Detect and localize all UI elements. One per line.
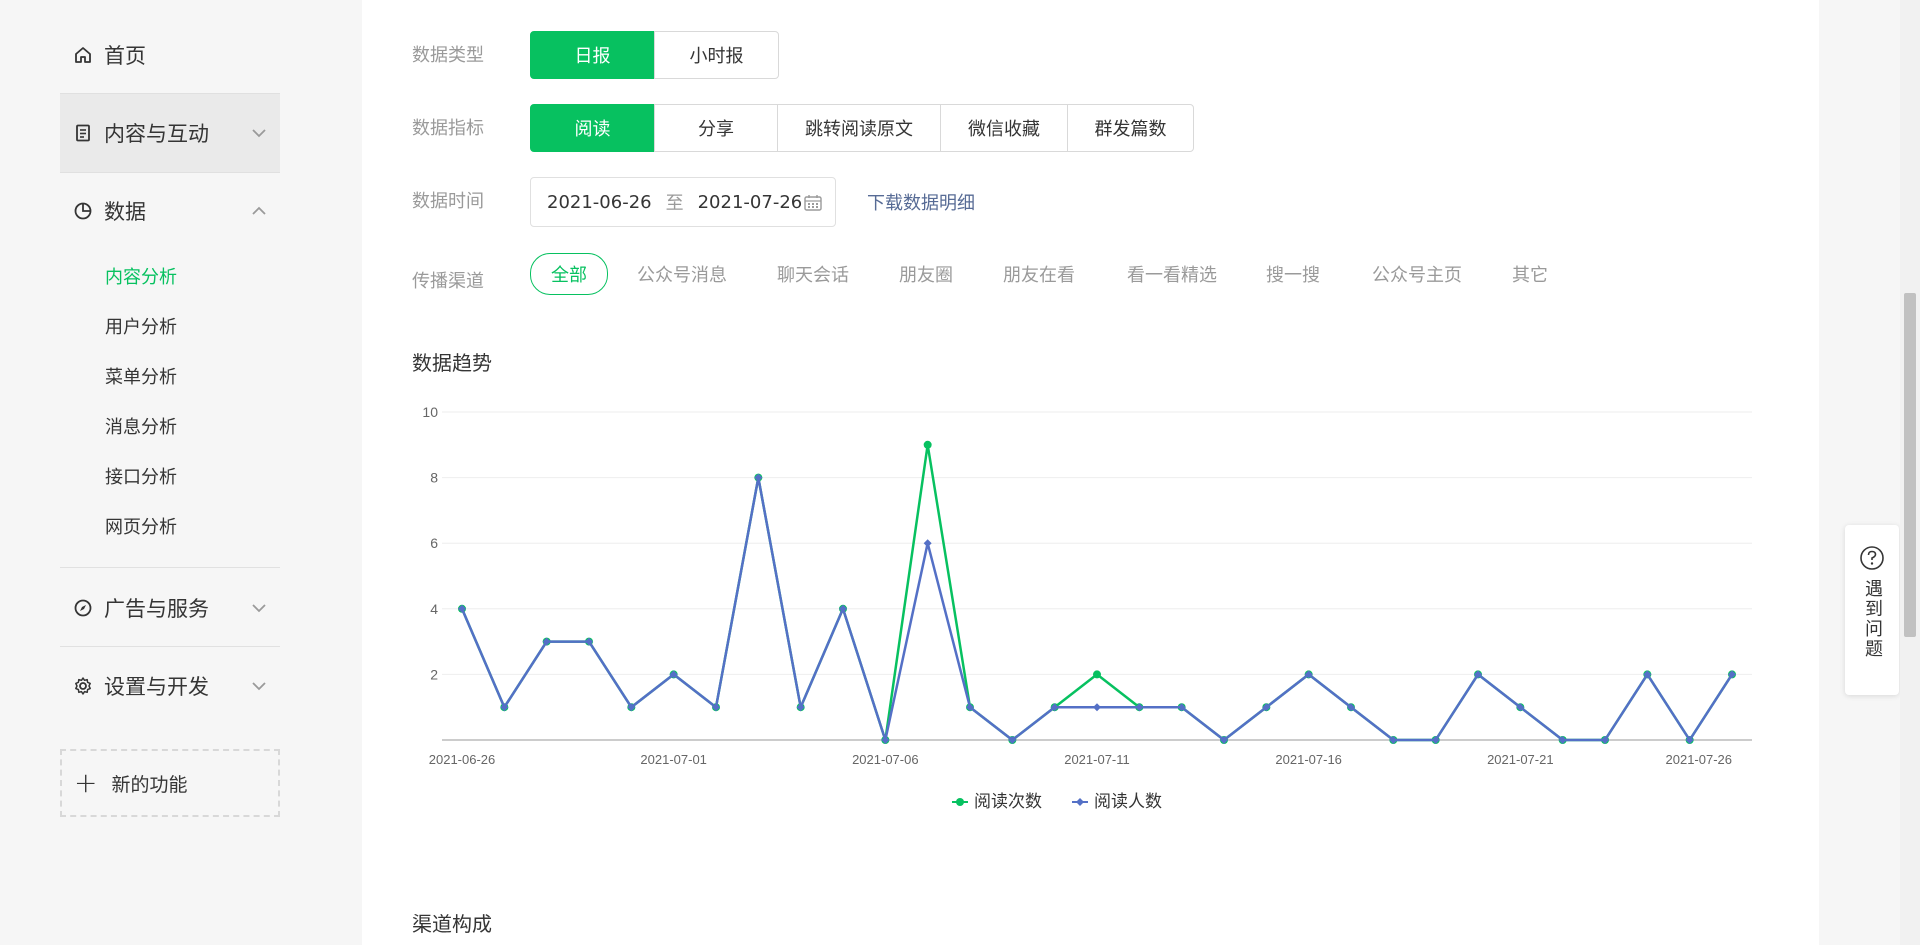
x-tick-label: 2021-07-16 (1275, 752, 1342, 767)
metric-favorite-button[interactable]: 微信收藏 (940, 104, 1068, 152)
plus-icon: + (74, 766, 98, 799)
x-tick-label: 2021-07-11 (1064, 752, 1130, 767)
channel-official-message[interactable]: 公众号消息 (637, 261, 727, 287)
sidebar-item-user-analysis[interactable]: 用户分析 (105, 313, 177, 339)
date-end: 2021-07-26 (697, 191, 803, 213)
sidebar-item-content-analysis[interactable]: 内容分析 (105, 263, 177, 289)
new-feature-button[interactable]: + 新的功能 (60, 749, 280, 817)
help-label: 遇到问题 (1862, 579, 1883, 659)
channel-friends-watching[interactable]: 朋友在看 (1003, 261, 1075, 287)
help-button[interactable]: 遇到问题 (1845, 525, 1899, 695)
question-icon (1860, 546, 1884, 570)
nav-content-label: 内容与互动 (104, 122, 209, 146)
nav-ads-label: 广告与服务 (104, 597, 209, 621)
metric-read-button[interactable]: 阅读 (530, 104, 655, 152)
channel-other[interactable]: 其它 (1512, 261, 1548, 287)
nav-home[interactable]: 首页 (60, 15, 280, 95)
channel-label: 传播渠道 (412, 271, 484, 292)
data-point (1093, 703, 1101, 712)
channel-search[interactable]: 搜一搜 (1266, 261, 1320, 287)
type-daily-button[interactable]: 日报 (530, 31, 655, 79)
sidebar: 首页 内容与互动 数据 内容分析 用户分析 菜单分析 消息分析 接口分析 网页分… (0, 0, 360, 945)
y-tick-label: 6 (430, 535, 438, 551)
data-point (1093, 670, 1101, 679)
y-tick-label: 10 (422, 404, 438, 420)
sidebar-item-api-analysis[interactable]: 接口分析 (105, 463, 177, 489)
download-details-link[interactable]: 下载数据明细 (867, 189, 975, 215)
sidebar-item-webpage-analysis[interactable]: 网页分析 (105, 513, 177, 539)
channel-top-stories[interactable]: 看一看精选 (1127, 261, 1217, 287)
pie-chart-icon (72, 200, 94, 222)
y-tick-label: 8 (430, 470, 438, 486)
scrollbar-thumb[interactable] (1904, 293, 1916, 637)
legend-label: 阅读次数 (974, 792, 1042, 812)
x-tick-label: 2021-07-06 (852, 752, 919, 767)
data-point (923, 440, 932, 449)
series-line (460, 443, 1734, 742)
gear-icon (72, 675, 94, 697)
nav-data-label: 数据 (104, 200, 146, 224)
channel-official-home[interactable]: 公众号主页 (1372, 261, 1462, 287)
chevron-down-icon (252, 682, 266, 691)
legend-label: 阅读人数 (1094, 792, 1162, 812)
metric-jump-original-button[interactable]: 跳转阅读原文 (777, 104, 941, 152)
nav-ads-services[interactable]: 广告与服务 (60, 568, 280, 648)
chevron-up-icon (252, 206, 266, 215)
data-type-toggle: 日报 小时报 (530, 31, 779, 79)
nav-home-label: 首页 (104, 44, 146, 68)
channel-moments[interactable]: 朋友圈 (899, 261, 953, 287)
x-tick-label: 2021-07-26 (1666, 752, 1733, 767)
x-tick-label: 2021-07-01 (640, 752, 707, 767)
sidebar-item-menu-analysis[interactable]: 菜单分析 (105, 363, 177, 389)
chevron-down-icon (252, 129, 266, 138)
trend-title: 数据趋势 (412, 351, 492, 375)
x-tick-label: 2021-06-26 (429, 752, 496, 767)
nav-content-interaction[interactable]: 内容与互动 (60, 93, 280, 173)
nav-settings-label: 设置与开发 (104, 675, 209, 699)
channel-all[interactable]: 全部 (530, 253, 608, 295)
data-type-label: 数据类型 (412, 45, 484, 66)
sidebar-item-message-analysis[interactable]: 消息分析 (105, 413, 177, 439)
legend-marker (956, 798, 964, 806)
chevron-down-icon (252, 604, 266, 613)
metric-share-button[interactable]: 分享 (654, 104, 778, 152)
calendar-icon (804, 195, 822, 211)
compass-icon (72, 597, 94, 619)
date-range-picker[interactable]: 2021-06-26 至 2021-07-26 (530, 177, 836, 227)
data-metric-label: 数据指标 (412, 118, 484, 139)
data-metric-toggle: 阅读 分享 跳转阅读原文 微信收藏 群发篇数 (530, 104, 1194, 152)
date-separator: 至 (665, 193, 684, 214)
channel-composition-title: 渠道构成 (412, 912, 492, 936)
y-tick-label: 4 (430, 601, 438, 617)
metric-mass-count-button[interactable]: 群发篇数 (1067, 104, 1194, 152)
trend-line-chart: 2 4 6 8 10 2021-06-26 2021-07-01 2021-07-06 2021… (422, 404, 1752, 812)
date-start: 2021-06-26 (547, 191, 652, 213)
type-hourly-button[interactable]: 小时报 (654, 31, 779, 79)
new-feature-label: 新的功能 (111, 773, 188, 796)
y-tick-label: 2 (430, 666, 438, 682)
channel-chat[interactable]: 聊天会话 (777, 261, 849, 287)
data-time-label: 数据时间 (412, 191, 484, 212)
scrollbar[interactable] (1900, 0, 1920, 945)
main-content: 数据类型 日报 小时报 数据指标 阅读 分享 跳转阅读原文 微信收藏 群发篇数 … (362, 0, 1819, 945)
data-point (923, 539, 932, 548)
x-tick-label: 2021-07-21 (1487, 752, 1554, 767)
nav-data[interactable]: 数据 (60, 171, 280, 251)
document-icon (72, 122, 94, 144)
home-icon (72, 44, 94, 66)
legend-marker (1076, 798, 1084, 806)
nav-settings-dev[interactable]: 设置与开发 (60, 646, 280, 726)
